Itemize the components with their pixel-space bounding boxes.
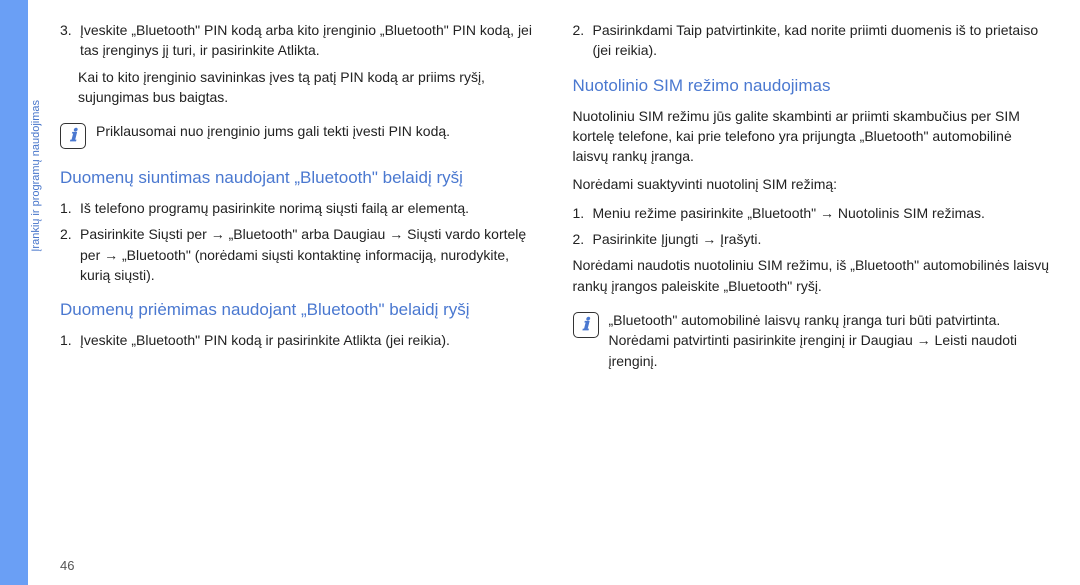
list-item: 1. Meniu režime pasirinkite „Bluetooth" … xyxy=(573,203,1051,223)
note-icon: ℹ xyxy=(60,123,86,149)
list-item: 2. Pasirinkdami Taip patvirtinkite, kad … xyxy=(573,20,1051,61)
side-accent-bar xyxy=(0,0,28,585)
list-number: 2. xyxy=(60,224,74,285)
list-number: 2. xyxy=(573,229,587,249)
list-item: 1. Iš telefono programų pasirinkite nori… xyxy=(60,198,538,218)
section-label-vertical: Įrankių ir programų naudojimas xyxy=(30,100,48,450)
heading-send: Duomenų siuntimas naudojant „Bluetooth" … xyxy=(60,167,538,190)
paragraph: Norėdami suaktyvinti nuotolinį SIM režim… xyxy=(573,174,1051,194)
column-left: 3. Įveskite „Bluetooth" PIN kodą arba ki… xyxy=(60,20,538,565)
note-block: ℹ Priklausomai nuo įrenginio jums gali t… xyxy=(60,121,538,149)
note-block: ℹ „Bluetooth" automobilinė laisvų rankų … xyxy=(573,310,1051,371)
heading-remote-sim: Nuotolinio SIM režimo naudojimas xyxy=(573,75,1051,98)
list-number: 1. xyxy=(573,203,587,223)
page-number: 46 xyxy=(60,558,74,573)
page-content: 3. Įveskite „Bluetooth" PIN kodą arba ki… xyxy=(60,20,1050,565)
list-text: Pasirinkite Įjungti → Įrašyti. xyxy=(593,229,762,249)
paragraph: Kai to kito įrenginio savininkas įves tą… xyxy=(60,67,538,108)
list-text: Meniu režime pasirinkite „Bluetooth" → N… xyxy=(593,203,985,223)
column-right: 2. Pasirinkdami Taip patvirtinkite, kad … xyxy=(573,20,1051,565)
list-number: 1. xyxy=(60,330,74,350)
list-number: 2. xyxy=(573,20,587,61)
list-text: Iš telefono programų pasirinkite norimą … xyxy=(80,198,469,218)
list-item: 3. Įveskite „Bluetooth" PIN kodą arba ki… xyxy=(60,20,538,61)
list-text: Įveskite „Bluetooth" PIN kodą ir pasirin… xyxy=(80,330,450,350)
paragraph: Norėdami naudotis nuotoliniu SIM režimu,… xyxy=(573,255,1051,296)
list-number: 1. xyxy=(60,198,74,218)
list-item: 2. Pasirinkite Siųsti per → „Bluetooth" … xyxy=(60,224,538,285)
list-item: 1. Įveskite „Bluetooth" PIN kodą ir pasi… xyxy=(60,330,538,350)
list-item: 2. Pasirinkite Įjungti → Įrašyti. xyxy=(573,229,1051,249)
list-number: 3. xyxy=(60,20,74,61)
note-text: Priklausomai nuo įrenginio jums gali tek… xyxy=(96,121,450,141)
heading-receive: Duomenų priėmimas naudojant „Bluetooth" … xyxy=(60,299,538,322)
list-text: Įveskite „Bluetooth" PIN kodą arba kito … xyxy=(80,20,538,61)
paragraph: Nuotoliniu SIM režimu jūs galite skambin… xyxy=(573,106,1051,167)
list-text: Pasirinkite Siųsti per → „Bluetooth" arb… xyxy=(80,224,538,285)
list-text: Pasirinkdami Taip patvirtinkite, kad nor… xyxy=(593,20,1051,61)
section-label-text: Įrankių ir programų naudojimas xyxy=(30,100,42,252)
note-icon: ℹ xyxy=(573,312,599,338)
note-text: „Bluetooth" automobilinė laisvų rankų įr… xyxy=(609,310,1051,371)
